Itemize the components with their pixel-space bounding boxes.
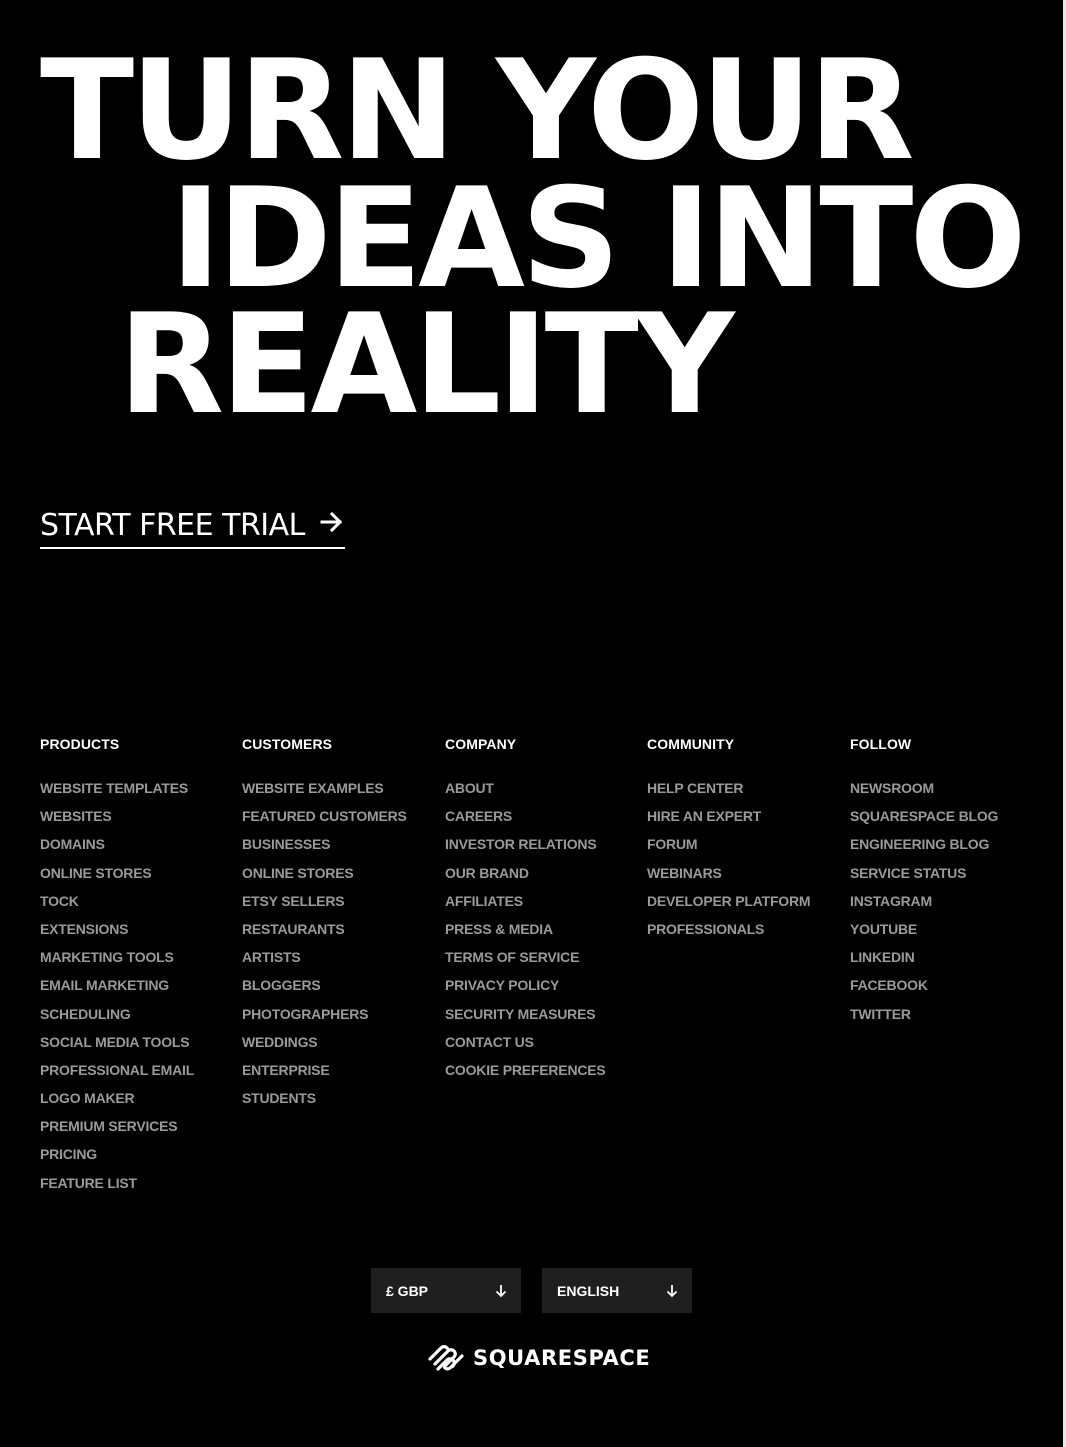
footer-link[interactable]: OUR BRAND — [445, 865, 606, 893]
footer-link[interactable]: SQUARESPACE BLOG — [850, 808, 998, 836]
footer-link[interactable]: HELP CENTER — [647, 780, 810, 808]
footer-link[interactable]: CAREERS — [445, 808, 606, 836]
footer-link[interactable]: TWITTER — [850, 1006, 998, 1034]
footer-link[interactable]: WEBSITE TEMPLATES — [40, 780, 194, 808]
footer-link[interactable]: TERMS OF SERVICE — [445, 949, 606, 977]
footer-link[interactable]: AFFILIATES — [445, 893, 606, 921]
footer-link[interactable]: ABOUT — [445, 780, 606, 808]
footer-column-title: FOLLOW — [850, 736, 912, 752]
footer-link[interactable]: BLOGGERS — [242, 977, 407, 1005]
footer-link[interactable]: INVESTOR RELATIONS — [445, 836, 606, 864]
language-select[interactable]: ENGLISH — [542, 1268, 692, 1313]
footer-column-title: CUSTOMERS — [242, 736, 333, 752]
footer-link[interactable]: FEATURED CUSTOMERS — [242, 808, 407, 836]
footer-link[interactable]: YOUTUBE — [850, 921, 998, 949]
footer-link[interactable]: PRIVACY POLICY — [445, 977, 606, 1005]
footer-link[interactable]: FORUM — [647, 836, 810, 864]
footer-link[interactable]: ETSY SELLERS — [242, 893, 407, 921]
footer-link[interactable]: LOGO MAKER — [40, 1090, 194, 1118]
footer-link[interactable]: MARKETING TOOLS — [40, 949, 194, 977]
footer-link[interactable]: PRESS & MEDIA — [445, 921, 606, 949]
footer-link[interactable]: ONLINE STORES — [40, 865, 194, 893]
arrow-down-icon — [495, 1284, 507, 1298]
footer-link[interactable]: WEBSITE EXAMPLES — [242, 780, 407, 808]
footer-column-company: COMPANY ABOUT CAREERS INVESTOR RELATIONS… — [445, 736, 606, 1090]
footer-link[interactable]: DOMAINS — [40, 836, 194, 864]
footer-link[interactable]: CONTACT US — [445, 1034, 606, 1062]
footer-link[interactable]: COOKIE PREFERENCES — [445, 1062, 606, 1090]
footer-column-products: PRODUCTS WEBSITE TEMPLATES WEBSITES DOMA… — [40, 736, 194, 1203]
footer-link-list: HELP CENTER HIRE AN EXPERT FORUM WEBINAR… — [647, 780, 811, 949]
footer-link[interactable]: SECURITY MEASURES — [445, 1006, 606, 1034]
footer-link[interactable]: WEBINARS — [647, 865, 810, 893]
locale-selectors: £ GBP ENGLISH — [371, 1268, 692, 1313]
squarespace-logo-icon — [427, 1342, 465, 1374]
arrow-right-icon — [319, 509, 345, 535]
start-free-trial-label: START FREE TRIAL — [40, 508, 305, 543]
footer-link[interactable]: EXTENSIONS — [40, 921, 194, 949]
currency-select[interactable]: £ GBP — [371, 1268, 521, 1313]
hero-headline-line-3: REALITY — [118, 284, 735, 445]
footer-column-title: PRODUCTS — [40, 736, 120, 752]
footer-link[interactable]: PROFESSIONALS — [647, 921, 810, 949]
footer-link[interactable]: PREMIUM SERVICES — [40, 1118, 194, 1146]
footer-link[interactable]: EMAIL MARKETING — [40, 977, 194, 1005]
footer-column-title: COMMUNITY — [647, 736, 735, 752]
footer-link-list: WEBSITE TEMPLATES WEBSITES DOMAINS ONLIN… — [40, 780, 194, 1203]
footer-link[interactable]: WEDDINGS — [242, 1034, 407, 1062]
footer-link[interactable]: FACEBOOK — [850, 977, 998, 1005]
footer-link[interactable]: HIRE AN EXPERT — [647, 808, 810, 836]
footer-link[interactable]: SCHEDULING — [40, 1006, 194, 1034]
footer-link[interactable]: LINKEDIN — [850, 949, 998, 977]
footer-link[interactable]: ARTISTS — [242, 949, 407, 977]
footer-link[interactable]: STUDENTS — [242, 1090, 407, 1118]
footer-link[interactable]: ENGINEERING BLOG — [850, 836, 998, 864]
footer-column-title: COMPANY — [445, 736, 517, 752]
footer-link[interactable]: SERVICE STATUS — [850, 865, 998, 893]
footer-link[interactable]: NEWSROOM — [850, 780, 998, 808]
squarespace-logo-link[interactable]: SQUARESPACE — [427, 1342, 650, 1374]
footer-link[interactable]: INSTAGRAM — [850, 893, 998, 921]
footer-link-list: WEBSITE EXAMPLES FEATURED CUSTOMERS BUSI… — [242, 780, 407, 1118]
footer-link[interactable]: ENTERPRISE — [242, 1062, 407, 1090]
footer-link[interactable]: PROFESSIONAL EMAIL — [40, 1062, 194, 1090]
footer-link[interactable]: ONLINE STORES — [242, 865, 407, 893]
footer-link[interactable]: WEBSITES — [40, 808, 194, 836]
footer-link[interactable]: PRICING — [40, 1146, 194, 1174]
squarespace-wordmark: SQUARESPACE — [473, 1346, 651, 1370]
footer-link-list: ABOUT CAREERS INVESTOR RELATIONS OUR BRA… — [445, 780, 606, 1090]
footer-link[interactable]: DEVELOPER PLATFORM — [647, 893, 811, 921]
footer-link[interactable]: RESTAURANTS — [242, 921, 407, 949]
footer-link[interactable]: BUSINESSES — [242, 836, 407, 864]
currency-select-value: £ GBP — [386, 1282, 429, 1299]
footer-link[interactable]: PHOTOGRAPHERS — [242, 1006, 407, 1034]
language-select-value: ENGLISH — [557, 1282, 620, 1299]
footer-column-customers: CUSTOMERS WEBSITE EXAMPLES FEATURED CUST… — [242, 736, 407, 1118]
footer-link[interactable]: FEATURE LIST — [40, 1175, 194, 1203]
footer-column-follow: FOLLOW NEWSROOM SQUARESPACE BLOG ENGINEE… — [850, 736, 998, 1034]
footer-link-list: NEWSROOM SQUARESPACE BLOG ENGINEERING BL… — [850, 780, 998, 1034]
start-free-trial-button[interactable]: START FREE TRIAL — [40, 507, 345, 549]
footer-link[interactable]: SOCIAL MEDIA TOOLS — [40, 1034, 194, 1062]
arrow-down-icon — [666, 1284, 678, 1298]
footer-column-community: COMMUNITY HELP CENTER HIRE AN EXPERT FOR… — [647, 736, 811, 949]
footer-link[interactable]: TOCK — [40, 893, 194, 921]
